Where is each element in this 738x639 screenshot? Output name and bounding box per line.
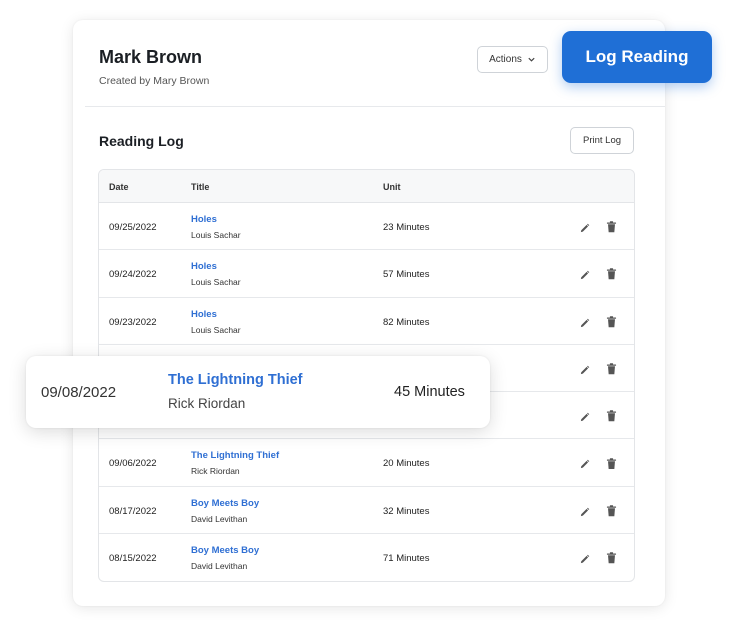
table-header: Date Title Unit — [99, 170, 634, 203]
pencil-icon[interactable] — [579, 221, 590, 233]
trash-icon[interactable] — [606, 267, 617, 280]
trash-icon[interactable] — [606, 362, 617, 375]
highlight-unit: 45 Minutes — [394, 384, 465, 400]
highlighted-entry-card[interactable]: 09/08/2022 The Lightning Thief Rick Rior… — [26, 356, 490, 428]
actions-dropdown-button[interactable]: Actions — [477, 46, 548, 73]
row-title-link[interactable]: Holes — [191, 261, 217, 272]
row-title-link[interactable]: Boy Meets Boy — [191, 498, 259, 509]
pencil-icon[interactable] — [579, 410, 590, 422]
row-date: 08/17/2022 — [109, 505, 157, 517]
header-divider — [85, 106, 665, 107]
trash-icon[interactable] — [606, 409, 617, 422]
created-by-text: Created by Mary Brown — [99, 75, 210, 87]
column-header-unit: Unit — [383, 182, 401, 192]
highlight-date: 09/08/2022 — [41, 384, 117, 401]
trash-icon[interactable] — [606, 551, 617, 564]
row-date: 09/06/2022 — [109, 458, 157, 470]
section-title: Reading Log — [99, 133, 184, 149]
pencil-icon[interactable] — [579, 363, 590, 375]
table-row: 09/24/2022 Holes Louis Sachar 57 Minutes — [99, 250, 634, 298]
row-date: 09/25/2022 — [109, 222, 157, 233]
row-unit: 57 Minutes — [383, 269, 430, 281]
pencil-icon[interactable] — [579, 552, 590, 564]
row-author: David Levithan — [191, 561, 248, 572]
column-header-date: Date — [109, 182, 129, 192]
table-row: 08/15/2022 Boy Meets Boy David Levithan 71 … — [99, 534, 634, 581]
highlight-title-link[interactable]: The Lightning Thief — [168, 372, 303, 388]
pencil-icon[interactable] — [579, 457, 590, 469]
table-row: 09/23/2022 Holes Louis Sachar 82 Minutes — [99, 298, 634, 345]
pencil-icon[interactable] — [579, 316, 590, 327]
row-unit: 82 Minutes — [383, 316, 430, 328]
pencil-icon[interactable] — [579, 268, 590, 280]
row-author: David Levithan — [191, 513, 248, 524]
column-header-title: Title — [191, 182, 210, 192]
table-row: 09/25/2022 Holes Louis Sachar 23 Minutes — [99, 203, 634, 251]
row-date: 09/24/2022 — [109, 269, 157, 281]
highlight-author: Rick Riordan — [168, 396, 246, 411]
table-row: 08/17/2022 Boy Meets Boy David Levithan 32 … — [99, 487, 634, 535]
row-title-link[interactable]: Boy Meets Boy — [191, 545, 259, 556]
reading-log-card: Mark Brown Created by Mary Brown Actions… — [73, 20, 665, 606]
row-author: Rick Riordan — [191, 466, 240, 477]
trash-icon[interactable] — [606, 456, 617, 469]
row-unit: 71 Minutes — [383, 553, 430, 565]
row-unit: 20 Minutes — [383, 458, 430, 470]
pencil-icon[interactable] — [579, 505, 590, 516]
row-title-link[interactable]: The Lightning Thief — [191, 450, 279, 461]
row-unit: 23 Minutes — [383, 222, 430, 233]
row-author: Louis Sachar — [191, 230, 241, 240]
row-date: 08/15/2022 — [109, 553, 157, 565]
table-row: 09/06/2022 The Lightning Thief Rick Riorda… — [99, 439, 634, 487]
trash-icon[interactable] — [606, 220, 617, 233]
row-date: 09/23/2022 — [109, 316, 157, 328]
chevron-down-icon — [528, 57, 535, 62]
row-title-link[interactable]: Holes — [191, 309, 217, 320]
row-author: Louis Sachar — [191, 277, 241, 288]
trash-icon[interactable] — [606, 315, 617, 327]
trash-icon[interactable] — [606, 504, 617, 517]
log-reading-button[interactable]: Log Reading — [562, 31, 712, 83]
row-unit: 32 Minutes — [383, 505, 430, 517]
row-title-link[interactable]: Holes — [191, 214, 217, 225]
student-name: Mark Brown — [99, 47, 203, 67]
row-author: Louis Sachar — [191, 324, 241, 335]
actions-label: Actions — [489, 54, 522, 65]
print-log-button[interactable]: Print Log — [570, 127, 634, 154]
